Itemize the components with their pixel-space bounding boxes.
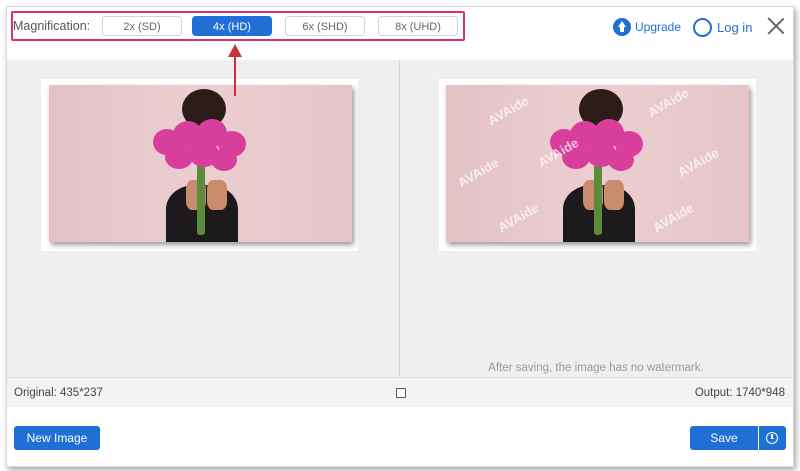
upgrade-link[interactable]: Upgrade [613,17,681,37]
new-image-button[interactable]: New Image [14,426,100,450]
action-bar: New Image Save [7,407,793,466]
info-bar: Original: 435*237 Output: 1740*948 [7,377,793,408]
user-icon [693,17,712,37]
original-size-label: Original: 435*237 [14,387,103,399]
output-size-label: Output: 1740*948 [694,387,785,399]
no-watermark-note: After saving, the image has no watermark… [488,362,704,374]
output-image-frame: AVAide AVAide AVAide AVAide AVAide AVAid… [439,79,756,251]
login-label: Log in [717,19,753,35]
original-image-frame [41,79,358,251]
pane-divider [399,60,400,377]
magnification-4x-button[interactable]: 4x (HD) [192,16,272,36]
output-image: AVAide AVAide AVAide AVAide AVAide AVAid… [446,85,749,242]
original-image [49,85,352,242]
upgrade-icon [613,18,631,36]
magnification-6x-button[interactable]: 6x (SHD) [285,16,365,36]
magnification-2x-button[interactable]: 2x (SD) [102,16,182,36]
magnification-label: Magnification: [13,19,91,33]
image-upscaler-dialog: Magnification: 2x (SD) 4x (HD) 6x (SHD) … [6,6,794,467]
login-link[interactable]: Log in [693,17,752,37]
close-icon[interactable] [767,17,785,35]
preview-area: AVAide AVAide AVAide AVAide AVAide AVAid… [7,60,793,377]
history-button[interactable] [759,426,786,450]
compare-icon[interactable] [394,386,406,398]
upgrade-label: Upgrade [635,20,682,34]
annotation-arrow [234,56,236,96]
save-button[interactable]: Save [690,426,758,450]
header-bar: Magnification: 2x (SD) 4x (HD) 6x (SHD) … [7,7,793,57]
magnification-8x-button[interactable]: 8x (UHD) [378,16,458,36]
clock-icon [766,432,778,444]
